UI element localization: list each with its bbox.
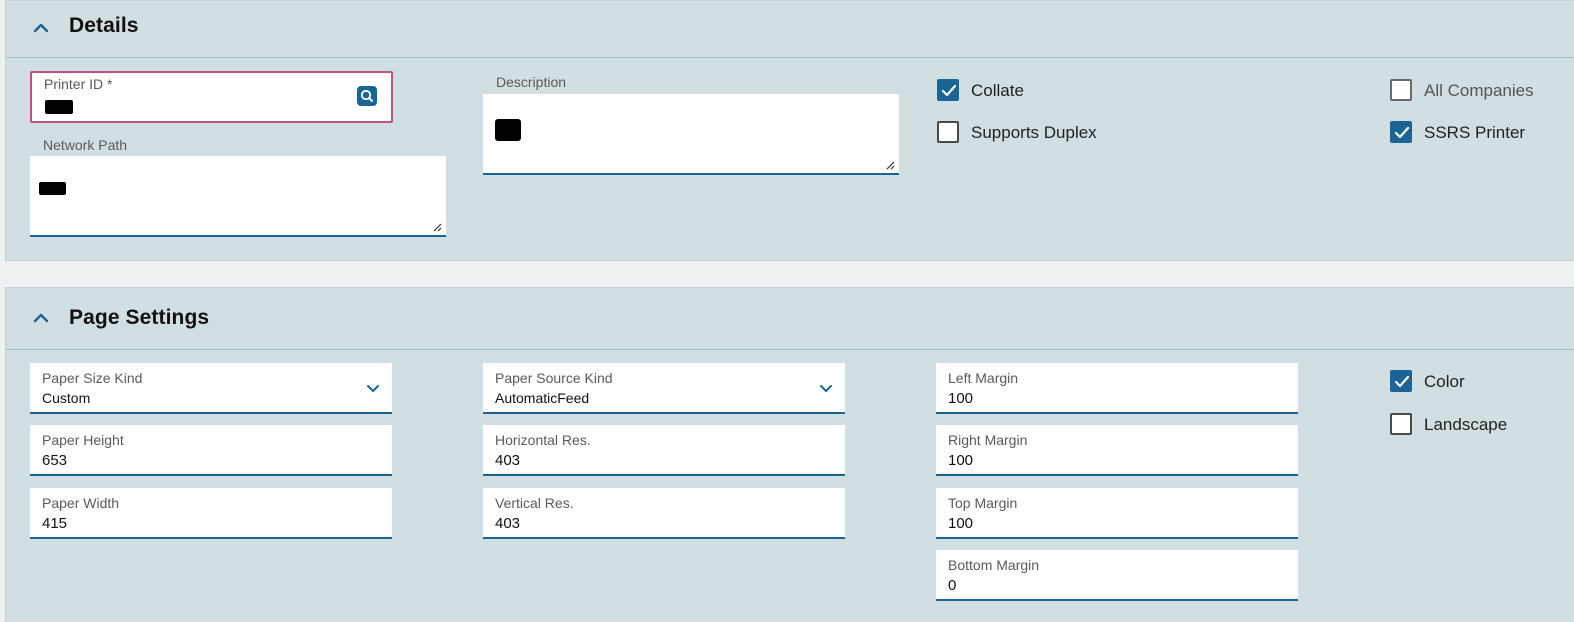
color-label: Color <box>1424 372 1465 391</box>
checkbox-unchecked[interactable] <box>1390 79 1412 101</box>
resize-grip-icon[interactable] <box>885 160 895 170</box>
network-path-field[interactable] <box>30 156 446 237</box>
right-margin-field[interactable]: Right Margin 100 <box>936 425 1298 476</box>
search-lookup-icon[interactable] <box>357 86 377 106</box>
horizontal-res-field[interactable]: Horizontal Res. 403 <box>483 425 845 476</box>
paper-source-kind-label: Paper Source Kind <box>495 370 613 386</box>
resize-grip-icon[interactable] <box>432 222 442 232</box>
ssrs-printer-checkbox[interactable]: SSRS Printer <box>1390 121 1560 147</box>
chevron-down-icon[interactable] <box>366 381 380 395</box>
top-margin-field[interactable]: Top Margin 100 <box>936 488 1298 539</box>
paper-source-kind-value: AutomaticFeed <box>495 390 590 406</box>
color-checkbox[interactable]: Color <box>1390 370 1540 396</box>
page-settings-panel: Page Settings Paper Size Kind Custom Pap… <box>5 287 1574 622</box>
left-margin-label: Left Margin <box>948 370 1019 386</box>
horizontal-res-value[interactable]: 403 <box>495 452 520 469</box>
details-panel: Details Printer ID * Network Path Descri… <box>5 0 1574 261</box>
redacted-mark <box>45 100 73 114</box>
printer-id-field[interactable]: Printer ID * <box>30 71 393 123</box>
supports-duplex-label: Supports Duplex <box>971 123 1097 142</box>
bottom-margin-label: Bottom Margin <box>948 557 1040 573</box>
checkbox-unchecked[interactable] <box>937 121 959 143</box>
chevron-down-icon[interactable] <box>819 381 833 395</box>
description-label: Description <box>496 74 567 90</box>
checkmark-icon <box>1394 375 1410 388</box>
top-margin-value[interactable]: 100 <box>948 515 973 532</box>
collate-label: Collate <box>971 81 1024 100</box>
vertical-res-field[interactable]: Vertical Res. 403 <box>483 488 845 539</box>
details-title: Details <box>69 14 139 37</box>
right-margin-value[interactable]: 100 <box>948 452 973 469</box>
checkbox-unchecked[interactable] <box>1390 413 1412 435</box>
details-header[interactable]: Details <box>6 1 1574 58</box>
paper-width-value[interactable]: 415 <box>42 515 67 532</box>
network-path-label: Network Path <box>43 137 128 153</box>
paper-size-kind-value: Custom <box>42 390 91 406</box>
paper-height-label: Paper Height <box>42 432 124 448</box>
landscape-checkbox[interactable]: Landscape <box>1390 413 1540 439</box>
left-margin-field[interactable]: Left Margin 100 <box>936 363 1298 414</box>
chevron-up-icon[interactable] <box>30 307 52 329</box>
chevron-up-icon[interactable] <box>30 17 52 39</box>
description-field[interactable] <box>483 94 899 175</box>
right-margin-label: Right Margin <box>948 432 1028 448</box>
paper-width-field[interactable]: Paper Width 415 <box>30 488 392 539</box>
bottom-margin-value[interactable]: 0 <box>948 577 956 594</box>
paper-size-kind-label: Paper Size Kind <box>42 370 143 386</box>
supports-duplex-checkbox[interactable]: Supports Duplex <box>937 121 1137 147</box>
horizontal-res-label: Horizontal Res. <box>495 432 591 448</box>
checkbox-checked[interactable] <box>1390 121 1412 143</box>
paper-size-kind-select[interactable]: Paper Size Kind Custom <box>30 363 392 414</box>
paper-width-label: Paper Width <box>42 495 120 511</box>
all-companies-label: All Companies <box>1424 81 1534 100</box>
printer-id-label: Printer ID * <box>44 76 113 92</box>
checkmark-icon <box>941 84 957 97</box>
landscape-label: Landscape <box>1424 415 1508 434</box>
ssrs-printer-label: SSRS Printer <box>1424 123 1526 142</box>
checkmark-icon <box>1394 126 1410 139</box>
left-margin-value[interactable]: 100 <box>948 390 973 407</box>
paper-source-kind-select[interactable]: Paper Source Kind AutomaticFeed <box>483 363 845 414</box>
top-margin-label: Top Margin <box>948 495 1018 511</box>
vertical-res-label: Vertical Res. <box>495 495 574 511</box>
vertical-res-value[interactable]: 403 <box>495 515 520 532</box>
collate-checkbox[interactable]: Collate <box>937 79 1097 105</box>
page-settings-header[interactable]: Page Settings <box>6 288 1574 350</box>
checkbox-checked[interactable] <box>1390 370 1412 392</box>
paper-height-value[interactable]: 653 <box>42 452 67 469</box>
checkbox-checked[interactable] <box>937 79 959 101</box>
bottom-margin-field[interactable]: Bottom Margin 0 <box>936 550 1298 601</box>
redacted-mark <box>39 182 66 195</box>
all-companies-checkbox[interactable]: All Companies <box>1390 79 1560 105</box>
redacted-mark <box>495 119 521 141</box>
page-settings-title: Page Settings <box>69 306 210 329</box>
paper-height-field[interactable]: Paper Height 653 <box>30 425 392 476</box>
